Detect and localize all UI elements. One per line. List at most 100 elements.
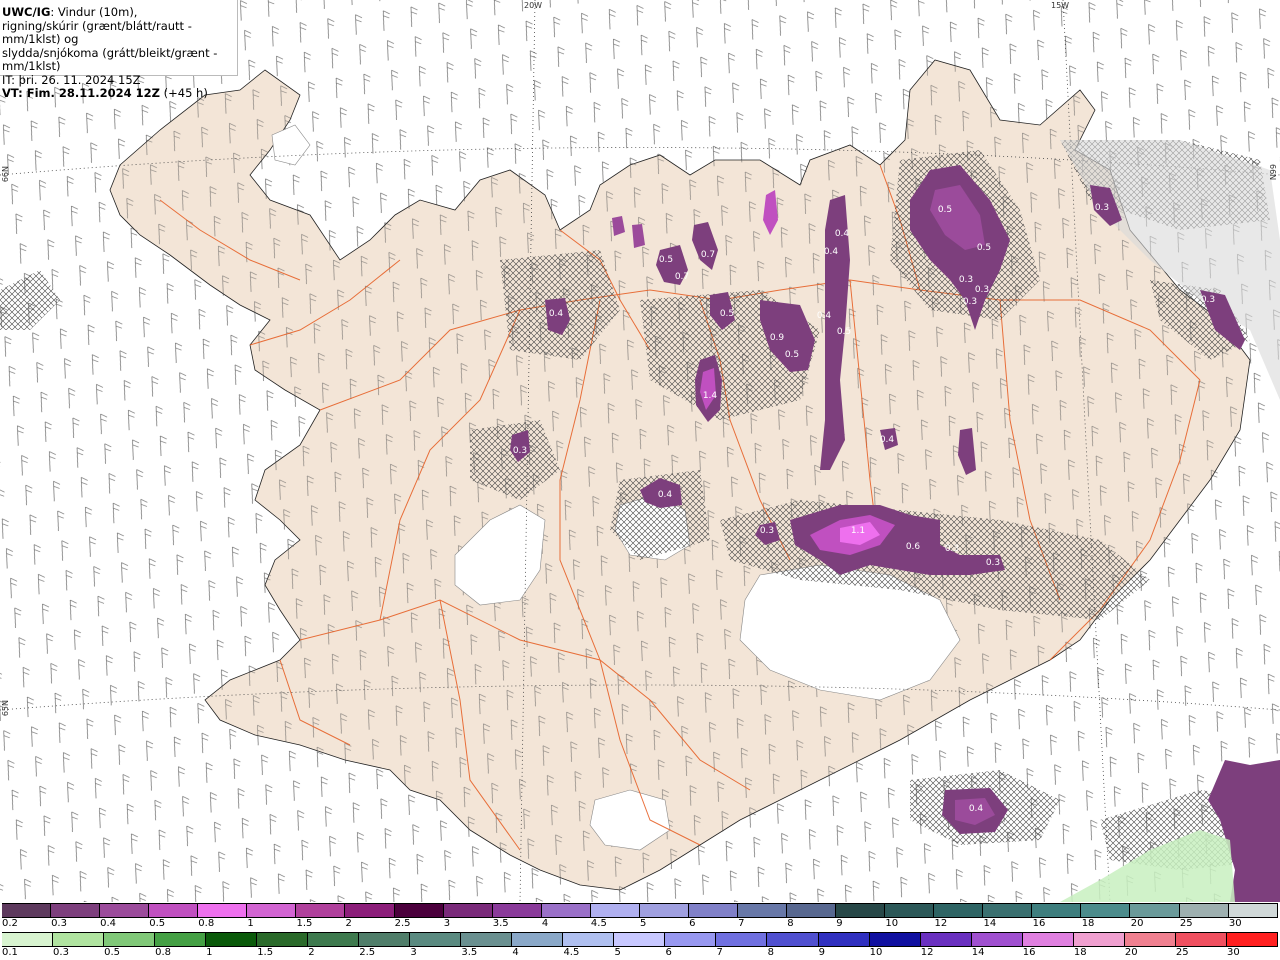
rain-tick-label: 18	[1073, 947, 1087, 958]
snow-swatch	[198, 904, 248, 917]
value-label: 0.7	[675, 272, 689, 282]
rain-tick-label: 8	[767, 947, 774, 958]
snow-swatch	[247, 904, 297, 917]
rain-tick-label: 7	[716, 947, 723, 958]
value-label: 0.3	[986, 558, 1000, 568]
rain-swatch	[461, 933, 513, 946]
snow-swatch	[296, 904, 346, 917]
rain-tick-label: 12	[920, 947, 934, 958]
rain-tick-label: 9	[818, 947, 825, 958]
rain-tick-label: 1	[206, 947, 213, 958]
value-label: 0.3	[963, 297, 977, 307]
snow-tick-label: 9	[836, 918, 843, 929]
valid-time-bold: VT: Fim. 28.11.2024 12Z	[2, 86, 160, 100]
rain-swatch	[410, 933, 462, 946]
snow-swatch	[688, 904, 738, 917]
weather-map[interactable]: 0.5 0.5 0.4 0.4 0.3 0.3 0.3 0.7 0.7 0.5 …	[0, 0, 1280, 902]
info-line-2: rigning/skúrir (grænt/blátt/rautt - mm/1…	[2, 18, 192, 46]
snow-tick-label: 0.8	[198, 918, 215, 929]
value-label: 0.3	[975, 285, 989, 295]
snow-tick-label: 0.2	[2, 918, 18, 929]
rain-tick-label: 4.5	[563, 947, 580, 958]
snow-tick-label: 4.5	[590, 918, 607, 929]
rain-tick-label: 25	[1175, 947, 1189, 958]
snow-swatch	[51, 904, 101, 917]
rain-tick-label: 4	[512, 947, 519, 958]
snow-tick-label: 6	[689, 918, 696, 929]
snow-tick-label: 12	[934, 918, 948, 929]
snow-tick-label: 8	[787, 918, 794, 929]
value-label: 0.5	[837, 327, 851, 337]
snow-swatch	[590, 904, 640, 917]
rain-tick-label: 3	[410, 947, 417, 958]
snow-swatch	[1081, 904, 1131, 917]
snow-swatch	[787, 904, 837, 917]
snow-swatch	[394, 904, 444, 917]
info-line-1: UWC/IG: Vindur (10m),	[2, 5, 237, 20]
snow-swatch	[836, 904, 886, 917]
value-label: 0.4	[549, 309, 564, 319]
rain-tick-label: 14	[971, 947, 985, 958]
rain-tick-label: 10	[869, 947, 883, 958]
value-label: 0.3	[1201, 295, 1215, 305]
info-line-3: slydda/snjókoma (grátt/bleikt/grænt - mm…	[2, 45, 218, 73]
snow-swatch	[492, 904, 542, 917]
snow-swatch	[149, 904, 199, 917]
lon-label-15w: 15W	[1051, 1, 1070, 10]
rain-tick-label: 30	[1226, 947, 1240, 958]
rain-tick-label: 0.3	[53, 947, 69, 958]
snow-tick-label: 0.4	[100, 918, 117, 929]
rain-swatch	[818, 933, 870, 946]
valid-time-offset: (+45 h)	[159, 86, 208, 100]
rain-swatch	[1073, 933, 1125, 946]
value-label: 0.5	[938, 205, 952, 215]
info-line-1-rest: : Vindur (10m),	[50, 5, 138, 19]
rain-tick-label: 6	[665, 947, 672, 958]
rain-tick-label: 20	[1124, 947, 1138, 958]
snow-tick-label: 7	[738, 918, 745, 929]
snow-swatch	[2, 904, 52, 917]
rain-swatch	[971, 933, 1023, 946]
value-label: 0.5	[785, 350, 799, 360]
rain-swatch	[104, 933, 156, 946]
value-label: 0.5	[659, 255, 673, 265]
rain-swatch	[665, 933, 717, 946]
value-label: 0.4	[835, 229, 850, 239]
snow-tick-label: 3.5	[492, 918, 509, 929]
model-name: UWC/IG	[2, 5, 51, 19]
rain-swatch	[767, 933, 819, 946]
snow-swatch	[345, 904, 395, 917]
rain-swatch	[920, 933, 972, 946]
snow-tick-label: 3	[443, 918, 451, 929]
snow-tick-label: 18	[1081, 918, 1095, 929]
rain-swatch	[2, 933, 54, 946]
value-label: 0.4	[969, 804, 984, 814]
snow-tick-label: 1.5	[296, 918, 313, 929]
value-label: 0.3	[760, 526, 774, 536]
value-label: 0.6	[906, 542, 921, 552]
rain-swatch	[257, 933, 309, 946]
map-info-box: UWC/IG: Vindur (10m), rigning/skúrir (gr…	[0, 0, 238, 100]
snow-tick-label: 5	[640, 918, 647, 929]
snow-swatch	[639, 904, 689, 917]
rain-swatch	[308, 933, 360, 946]
snow-tick-label: 16	[1032, 918, 1046, 929]
rain-swatch	[206, 933, 258, 946]
value-label: 0.4	[817, 311, 832, 321]
snow-tick-label: 25	[1179, 918, 1193, 929]
rain-swatch	[1175, 933, 1227, 946]
color-legend: 0.2 0.3 0.4 0.5 0.8 1 1.5 2 2.5 3 3.5 4 4.5 5 6 7 8 9 10 12…	[0, 902, 1280, 960]
rain-tick-label: 1.5	[257, 947, 274, 958]
lat-label-65n: 65N	[1, 700, 10, 717]
rain-swatch	[1022, 933, 1074, 946]
rain-tick-label: 0.1	[2, 947, 18, 958]
value-label: 1.4	[703, 391, 718, 401]
snow-colorbar	[2, 903, 1278, 918]
snow-tick-label: 14	[983, 918, 997, 929]
rain-tick-label: 5	[614, 947, 621, 958]
value-label: 0.9	[770, 333, 785, 343]
value-label: 1.1	[851, 526, 865, 536]
rain-tick-label: 0.8	[155, 947, 172, 958]
rain-tick-label: 3.5	[461, 947, 478, 958]
snow-tick-label: 20	[1130, 918, 1144, 929]
